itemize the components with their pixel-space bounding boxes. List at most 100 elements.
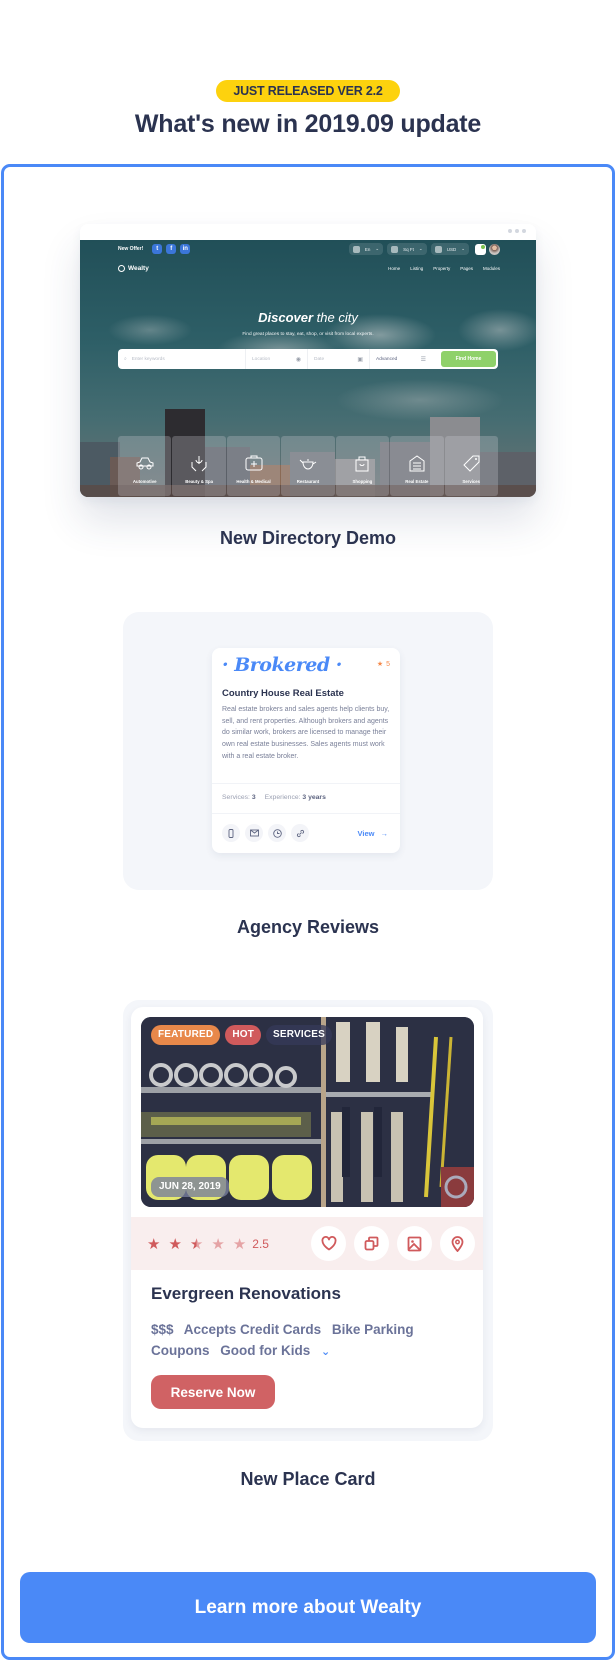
medical-kit-icon [245, 455, 263, 471]
directory-demo-screenshot: New Offer! t f in En ⌄ Sq Ft ⌄ USD ⌄ Wealty… [80, 224, 536, 497]
hero-title: Discover the city [258, 310, 358, 325]
nav-listing[interactable]: Listing [410, 266, 423, 271]
place-card: FEATURED HOT SERVICES JUN 28, 2019 ★ ★ ★… [131, 1007, 483, 1428]
agency-reviews-label: Agency Reviews [236, 917, 380, 937]
wallet-icon [434, 245, 442, 253]
place-rating-bar: ★ ★ ★ ★ ★ 2.5 [131, 1217, 483, 1270]
main-nav: Wealty Home Listing Property Pages Modul… [118, 262, 500, 274]
new-offer-link[interactable]: New Offer! [118, 246, 143, 252]
release-badge: JUST RELEASED VER 2.2 [216, 80, 400, 102]
calendar-icon: ▣ [357, 356, 363, 363]
agency-rating: ★ 5 [376, 660, 390, 669]
hours-button[interactable] [268, 824, 286, 842]
language-select[interactable]: En ⌄ [348, 243, 384, 255]
keywords-input[interactable]: ⌕ Enter keywords [118, 349, 246, 369]
location-input[interactable]: Location ◉ [246, 349, 308, 369]
rating-value: 2.5 [252, 1236, 269, 1251]
nav-property[interactable]: Property [433, 266, 450, 271]
chevron-down-icon: ⌄ [418, 246, 423, 251]
feature-item: Good for Kids [220, 1343, 311, 1358]
unit-select[interactable]: Sq Ft ⌄ [387, 243, 427, 255]
linkedin-icon[interactable]: in [180, 244, 191, 254]
link-icon [296, 829, 304, 837]
nav-pages[interactable]: Pages [460, 266, 473, 271]
hero-section: New Offer! t f in En ⌄ Sq Ft ⌄ USD ⌄ Wealty… [80, 240, 536, 497]
star-full-icon: ★ [147, 1235, 161, 1253]
agency-contact-actions [222, 824, 309, 842]
logo-icon [118, 264, 125, 272]
chevron-down-icon: ⌄ [461, 246, 465, 251]
category-services[interactable]: Services [444, 436, 498, 496]
nav-home[interactable]: Home [388, 266, 400, 271]
page-title: What's new in 2019.09 update [134, 110, 482, 138]
advanced-toggle[interactable]: Advanced ☰ [370, 349, 432, 369]
star-empty-icon: ★ [232, 1235, 247, 1253]
favorite-button[interactable] [311, 1226, 346, 1261]
feature-price: $$$ [151, 1322, 174, 1337]
agency-description: Real estate brokers and sales agents hel… [222, 706, 390, 760]
category-list: Automotive Beauty & Spa Health & Medical… [118, 436, 498, 496]
category-restaurant[interactable]: Restaurant [281, 436, 335, 496]
search-bar: ⌕ Enter keywords Location ◉ Date ▣ Advance… [118, 349, 498, 369]
category-automotive[interactable]: Automotive [118, 436, 172, 496]
tag-services[interactable]: SERVICES [266, 1025, 333, 1045]
chevron-down-icon: ⌄ [375, 246, 380, 251]
currency-select[interactable]: USD ⌄ [430, 243, 469, 255]
star-half-icon: ★ [189, 1235, 204, 1253]
globe-icon [352, 245, 360, 253]
chevron-down-icon[interactable]: ⌄ [321, 1346, 330, 1358]
copy-icon [364, 1236, 379, 1251]
directory-demo-label: New Directory Demo [219, 528, 397, 548]
star-full-icon: ★ [168, 1235, 182, 1253]
ruler-icon [391, 245, 399, 253]
image-icon [407, 1236, 422, 1251]
category-beauty-spa[interactable]: Beauty & Spa [172, 436, 226, 496]
place-tags: FEATURED HOT SERVICES [151, 1025, 333, 1045]
feature-item: Coupons [151, 1343, 210, 1358]
shopping-bag-icon [355, 456, 369, 472]
place-card-label: New Place Card [240, 1469, 376, 1489]
place-image[interactable]: FEATURED HOT SERVICES JUN 28, 2019 [141, 1017, 474, 1207]
gallery-button[interactable] [397, 1226, 432, 1261]
twitter-icon[interactable]: t [152, 244, 163, 254]
notification-bell-icon[interactable] [475, 243, 486, 255]
category-real-estate[interactable]: Real Estate [390, 436, 444, 496]
star-empty-icon: ★ [211, 1235, 225, 1253]
place-title[interactable]: Evergreen Renovations [151, 1284, 341, 1304]
mail-icon [249, 829, 259, 837]
price-tag-icon [463, 455, 480, 472]
email-button[interactable] [245, 824, 263, 842]
category-health-medical[interactable]: Health & Medical [226, 436, 281, 496]
category-shopping[interactable]: Shopping [335, 436, 390, 496]
phone-button[interactable] [222, 824, 240, 842]
place-actions [311, 1226, 475, 1261]
map-pin-icon: ◉ [295, 356, 301, 363]
map-button[interactable] [440, 1226, 475, 1261]
wealty-logo[interactable]: Wealty [118, 264, 149, 272]
feature-item: Accepts Credit Cards [183, 1322, 322, 1337]
feature-item: Bike Parking [331, 1322, 414, 1337]
window-dots-icon [508, 229, 526, 233]
view-agency-link[interactable]: View → [358, 829, 388, 838]
clock-icon [272, 828, 282, 838]
divider [212, 783, 400, 784]
reserve-now-button[interactable]: Reserve Now [151, 1375, 275, 1409]
website-button[interactable] [291, 824, 309, 842]
compare-button[interactable] [354, 1226, 389, 1261]
star-rating[interactable]: ★ ★ ★ ★ ★ 2.5 [147, 1235, 269, 1253]
tag-featured[interactable]: FEATURED [151, 1025, 221, 1045]
facebook-icon[interactable]: f [166, 244, 177, 254]
find-home-button[interactable]: Find Home [441, 351, 496, 367]
user-avatar[interactable] [489, 243, 500, 255]
nav-modules[interactable]: Modules [483, 266, 500, 271]
agency-brand-logo: · Brokered · [222, 654, 342, 676]
phone-icon [228, 828, 234, 838]
top-bar: New Offer! t f in En ⌄ Sq Ft ⌄ USD ⌄ [118, 243, 500, 255]
teapot-icon [299, 459, 317, 470]
tag-hot[interactable]: HOT [225, 1025, 262, 1045]
star-icon: ★ [376, 661, 384, 668]
learn-more-button[interactable]: Learn more about Wealty [20, 1572, 596, 1643]
arrow-right-icon: → [380, 829, 389, 838]
divider [212, 813, 400, 814]
date-input[interactable]: Date ▣ [308, 349, 370, 369]
